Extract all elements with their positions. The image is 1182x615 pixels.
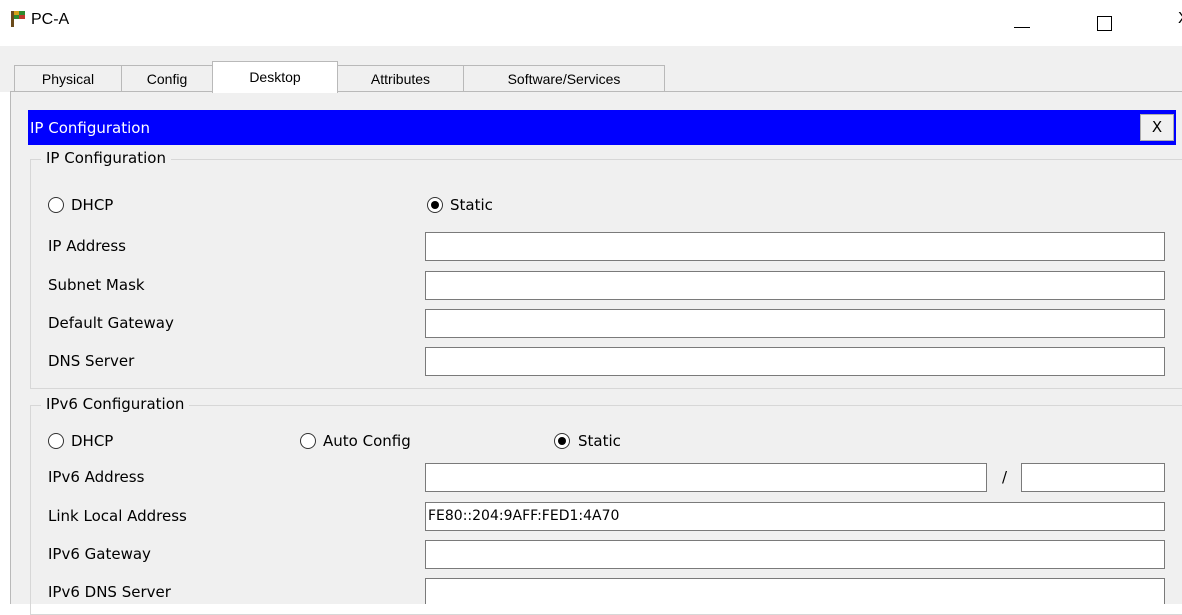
close-icon: X: [1178, 10, 1182, 28]
tab-physical[interactable]: Physical: [14, 65, 122, 91]
ipv4-static-radio[interactable]: [427, 197, 443, 213]
dns-server-field[interactable]: [425, 347, 1165, 376]
link-local-address-label: Link Local Address: [48, 507, 187, 525]
dialog-title: IP Configuration: [30, 119, 150, 137]
tab-software-services[interactable]: Software/Services: [463, 65, 665, 91]
minimize-button[interactable]: [998, 0, 1044, 40]
ipv6-group-legend: IPv6 Configuration: [41, 395, 190, 413]
default-gateway-field[interactable]: [425, 309, 1165, 338]
tab-config[interactable]: Config: [121, 65, 213, 91]
ip-address-label: IP Address: [48, 237, 126, 255]
window-title: PC-A: [31, 11, 70, 28]
tab-desktop[interactable]: Desktop: [212, 61, 338, 93]
ipv4-dhcp-radio[interactable]: [48, 197, 64, 213]
ipv6-dhcp-radio[interactable]: [48, 433, 64, 449]
pc-app-icon: [11, 11, 25, 27]
ip-configuration-header: IP Configuration X: [28, 110, 1176, 145]
dialog-close-button[interactable]: X: [1140, 114, 1174, 141]
ipv6-gateway-field[interactable]: [425, 540, 1165, 569]
ipv4-group-legend: IP Configuration: [41, 149, 171, 167]
subnet-mask-label: Subnet Mask: [48, 276, 145, 294]
ipv6-static-radio[interactable]: [554, 433, 570, 449]
maximize-button[interactable]: [1088, 0, 1134, 40]
tab-attributes[interactable]: Attributes: [337, 65, 464, 91]
ipv6-auto-config-label: Auto Config: [323, 432, 411, 450]
close-icon: X: [1151, 118, 1163, 136]
link-local-address-field[interactable]: FE80::204:9AFF:FED1:4A70: [425, 502, 1165, 531]
ipv6-address-field[interactable]: [425, 463, 987, 492]
ipv4-dhcp-label: DHCP: [71, 196, 114, 214]
dns-server-label: DNS Server: [48, 352, 135, 370]
default-gateway-label: Default Gateway: [48, 314, 174, 332]
ipv4-static-label: Static: [450, 196, 493, 214]
ipv6-dhcp-label: DHCP: [71, 432, 114, 450]
ipv6-prefix-length-field[interactable]: [1021, 463, 1165, 492]
subnet-mask-field[interactable]: [425, 271, 1165, 300]
prefix-separator: /: [1002, 468, 1008, 486]
window-title-bar: PC-A X: [0, 0, 1182, 46]
ipv6-dns-server-field[interactable]: [425, 578, 1165, 604]
ipv6-dns-server-label: IPv6 DNS Server: [48, 583, 171, 601]
ip-address-field[interactable]: [425, 232, 1165, 261]
ipv6-auto-config-radio[interactable]: [300, 433, 316, 449]
ipv6-address-label: IPv6 Address: [48, 468, 145, 486]
close-window-button[interactable]: X: [1170, 0, 1182, 40]
ipv6-static-label: Static: [578, 432, 621, 450]
ipv6-gateway-label: IPv6 Gateway: [48, 545, 151, 563]
